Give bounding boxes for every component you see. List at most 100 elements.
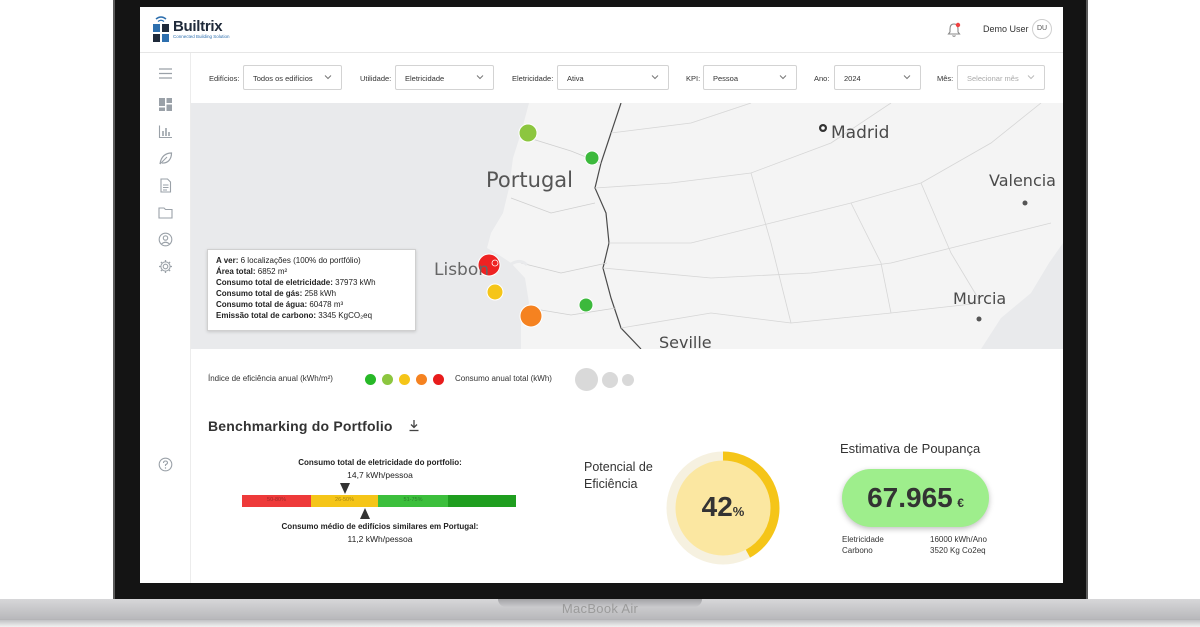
benchmark-segment-yellow: 26-50% (311, 495, 378, 507)
year-select-value: 2024 (844, 74, 861, 83)
savings-amount-badge: 67.965 € (842, 469, 989, 527)
city-label-seville: Seville (659, 333, 712, 349)
city-label-murcia: Murcia (953, 289, 1007, 308)
year-filter-label: Ano: (814, 74, 830, 83)
user-icon[interactable] (158, 232, 173, 247)
map-legend: Índice de eficiência anual (kWh/m²) Cons… (191, 349, 1063, 404)
menu-icon[interactable] (158, 66, 173, 81)
chevron-down-icon (903, 75, 911, 80)
month-select[interactable]: Selecionar mês (957, 65, 1045, 90)
electricity-select[interactable]: Ativa (557, 65, 669, 90)
sidebar (140, 53, 191, 583)
legend-size-medium (602, 372, 618, 388)
segment-label: 51-75% (403, 497, 423, 503)
info-water-label: Consumo total de água: (216, 300, 308, 309)
filter-bar: Edifícios: Todos os edifícios Utilidade:… (191, 53, 1063, 103)
legend-dot-yellow (399, 374, 410, 385)
month-select-placeholder: Selecionar mês (967, 74, 1019, 83)
similar-buildings-label: Consumo médio de edifícios similares em … (281, 522, 479, 531)
info-water-value: 60478 m³ (309, 300, 344, 309)
notification-bell-icon[interactable] (946, 21, 962, 39)
similar-marker-arrow (360, 508, 370, 519)
legend-dot-lightgreen (382, 374, 393, 385)
map-land (487, 103, 1063, 349)
model-label: MacBook Air (561, 601, 639, 616)
dashboard-icon[interactable] (158, 97, 173, 112)
legend-size-small (622, 374, 634, 386)
top-bar: Builtrix Connected Building Solution Dem… (140, 7, 1063, 53)
legend-dot-red (433, 374, 444, 385)
benchmark-title: Benchmarking do Portfolio (208, 418, 393, 434)
bar-chart-icon[interactable] (158, 124, 173, 139)
brand-logo[interactable]: Builtrix Connected Building Solution (152, 15, 230, 43)
savings-currency: € (957, 496, 964, 510)
chevron-down-icon (779, 75, 787, 80)
laptop-mockup: MacBook Air Builtrix Connected Building … (0, 0, 1200, 627)
portfolio-map[interactable]: Madrid Portugal Valencia Lisbon Murcia S… (191, 103, 1063, 349)
app-screen: Builtrix Connected Building Solution Dem… (140, 7, 1063, 583)
chevron-down-icon (324, 75, 332, 80)
info-carbon-label: Emissão total de carbono: (216, 311, 317, 320)
laptop-base-edge (0, 620, 1200, 627)
user-name[interactable]: Demo User (983, 24, 1029, 34)
benchmark-segment-green: 51-75% (378, 495, 448, 507)
chevron-down-icon (476, 75, 484, 80)
city-label-madrid: Madrid (831, 123, 890, 143)
electricity-filter-label: Eletricidade: (512, 74, 554, 83)
folder-icon[interactable] (158, 205, 173, 220)
info-viewing-value: 6 localizações (100% do portfólio) (240, 256, 361, 265)
savings-row-value: 3520 Kg Co2eq (930, 546, 986, 555)
download-icon[interactable] (408, 419, 420, 432)
year-select[interactable]: 2024 (834, 65, 921, 90)
buildings-select-value: Todos os edifícios (253, 74, 313, 83)
benchmark-segment-darkgreen (448, 495, 516, 507)
savings-row-value: 16000 kWh/Ano (930, 535, 987, 544)
portfolio-summary-box: A ver: 6 localizações (100% do portfólio… (207, 249, 416, 331)
kpi-select-value: Pessoa (713, 74, 739, 83)
portfolio-consumption-value: 14,7 kWh/pessoa (347, 470, 413, 480)
chevron-down-icon (651, 75, 659, 80)
gauge-unit: % (732, 504, 745, 519)
info-elec-value: 37973 kWh (335, 278, 376, 287)
gear-icon[interactable] (158, 259, 173, 274)
month-filter-label: Mês: (937, 74, 954, 83)
builtrix-logo-icon (153, 16, 169, 42)
utility-select[interactable]: Eletricidade (395, 65, 494, 90)
buildings-filter-label: Edifícios: (209, 74, 240, 83)
chevron-down-icon (1027, 75, 1035, 80)
utility-select-value: Eletricidade (405, 74, 445, 83)
info-viewing-label: A ver: (216, 256, 239, 265)
help-icon[interactable] (158, 457, 173, 472)
document-icon[interactable] (158, 178, 173, 193)
legend-size-large (575, 368, 598, 391)
gauge-value: 42% (664, 491, 782, 523)
portfolio-marker-arrow (340, 483, 350, 494)
info-gas-label: Consumo total de gás: (216, 289, 303, 298)
gauge-number: 42 (701, 491, 733, 522)
kpi-filter-label: KPI: (686, 74, 701, 83)
country-label-portugal: Portugal (486, 168, 573, 192)
info-area-label: Área total: (216, 267, 256, 276)
leaf-icon[interactable] (158, 151, 173, 166)
legend-dot-green (365, 374, 376, 385)
info-area-value: 6852 m² (257, 267, 288, 276)
savings-row-label: Eletricidade (842, 535, 884, 544)
segment-label: 26-50% (335, 497, 354, 503)
efficiency-legend-label: Índice de eficiência anual (kWh/m²) (208, 374, 333, 383)
benchmark-segment-red: 50-80% (242, 495, 311, 507)
similar-buildings-value: 11,2 kWh/pessoa (347, 534, 413, 544)
utility-filter-label: Utilidade: (360, 74, 392, 83)
brand-name: Builtrix (173, 17, 223, 35)
segment-label: 50-80% (267, 497, 286, 503)
user-avatar[interactable]: DU (1032, 19, 1052, 39)
kpi-select[interactable]: Pessoa (703, 65, 797, 90)
savings-amount: 67.965 (867, 482, 953, 513)
electricity-select-value: Ativa (567, 74, 584, 83)
info-carbon-value: 3345 KgCO₂eq (318, 311, 373, 320)
buildings-select[interactable]: Todos os edifícios (243, 65, 342, 90)
info-elec-label: Consumo total de eletricidade: (216, 278, 333, 287)
consumption-legend-label: Consumo anual total (kWh) (455, 374, 552, 383)
brand-tagline: Connected Building Solution (173, 33, 230, 39)
portfolio-consumption-label: Consumo total de eletricidade do portfol… (298, 458, 462, 467)
savings-row-label: Carbono (842, 546, 873, 555)
